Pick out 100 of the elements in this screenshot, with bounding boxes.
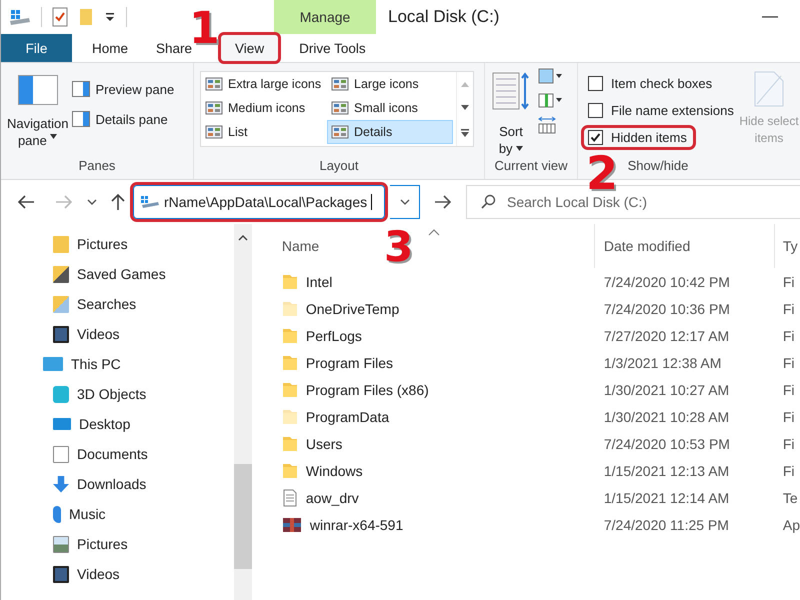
type-cell-text: Fi [782,436,796,452]
file-name[interactable]: Users [306,436,342,452]
nav-item[interactable]: 3D Objects [1,379,234,409]
context-tab-header: Manage [274,0,376,34]
view-icon [205,124,223,140]
column-header[interactable]: Ty [774,224,800,268]
go-icon[interactable] [434,195,452,209]
file-name[interactable]: Program Files (x86) [306,382,429,398]
date-cell-text: 1/3/2021 12:38 AM [602,354,722,370]
nav-item[interactable]: Desktop [1,409,234,439]
date-cell-text: 7/27/2020 12:17 AM [602,328,730,344]
nav-item[interactable]: Searches [1,289,234,319]
nav-item[interactable]: Pictures [1,229,234,259]
group-label: Current view [494,158,568,175]
file-name[interactable]: ProgramData [306,408,390,424]
layout-option[interactable]: Details [327,120,453,144]
expand-icon[interactable] [460,128,470,138]
scroll-up-icon[interactable] [238,234,248,242]
hide-document-icon [754,71,784,107]
layout-option[interactable]: Medium icons [201,96,327,120]
file-name[interactable]: winrar-x64-591 [310,516,404,532]
scrollbar-thumb[interactable] [234,464,252,569]
type-cell-text: Te [782,490,799,506]
ribbon-tab[interactable]: File [1,34,72,62]
caret-icon [50,134,58,140]
nav-item[interactable]: Videos [1,319,234,349]
step-number: 3 [384,226,414,268]
view-icon [205,76,223,92]
view-icon [331,100,349,116]
pane-button[interactable]: Preview pane [72,81,174,97]
file-name[interactable]: aow_drv [306,490,359,506]
file-name[interactable]: Intel [306,274,332,290]
checkbox[interactable] [588,130,603,145]
checkbox-option[interactable]: Item check boxes [584,74,738,93]
size-columns-icon[interactable] [537,115,557,135]
ribbon-tab[interactable]: Home [78,34,142,62]
checkbox-option[interactable]: Hidden items [584,128,693,147]
sort-by-button[interactable]: Sort by [491,67,531,158]
date-cell-text: 1/15/2021 12:14 AM [602,490,730,506]
address-dropdown[interactable] [390,185,420,219]
column-header[interactable]: Name [282,238,320,254]
film-icon [53,326,69,342]
nav-item[interactable]: This PC [1,349,234,379]
layout-option[interactable]: List [201,120,327,144]
drive-icon [9,8,31,26]
scroll-down-icon[interactable] [460,104,470,112]
date-cell-text: 7/24/2020 10:53 PM [602,436,731,452]
type-cell-text: Fi [782,274,796,290]
add-columns-icon[interactable] [537,91,563,109]
type-cell-text: Fi [782,328,796,344]
up-icon[interactable] [111,193,125,211]
computer-icon [43,357,63,371]
file-name[interactable]: OneDriveTemp [306,300,400,316]
group-label: Layout [319,158,359,175]
ribbon-tab[interactable]: View [220,34,280,62]
layout-option[interactable]: Large icons [327,72,453,96]
date-cell-text: 1/15/2021 12:13 AM [602,462,730,478]
pane-icon [72,111,90,127]
back-icon[interactable] [17,195,35,209]
pane-button[interactable]: Details pane [72,111,174,127]
ribbon-tab[interactable]: Drive Tools [285,34,380,62]
games-folder-icon [53,266,69,282]
checkbox-option[interactable]: File name extensions [584,101,738,120]
folder-icon [53,236,69,252]
type-cell-text: Fi [782,462,796,478]
navigation-pane-button[interactable]: Navigation pane [7,71,68,158]
nav-item[interactable]: Music [1,499,234,529]
date-cell-text: 7/24/2020 10:42 PM [602,274,731,290]
nav-item[interactable]: Pictures [1,529,234,559]
nav-item[interactable]: Saved Games [1,259,234,289]
view-icon [205,100,223,116]
dropdown-icon[interactable] [104,11,116,23]
file-name[interactable]: Windows [306,462,363,478]
type-cell-text: Fi [782,354,796,370]
nav-item[interactable]: Videos [1,559,234,589]
layout-option[interactable]: Small icons [327,96,453,120]
checkbox[interactable] [588,103,603,118]
properties-icon[interactable] [52,7,68,27]
layout-option[interactable]: Extra large icons [201,72,327,96]
address-field[interactable]: rName\AppData\Local\Packages [133,185,385,219]
file-name[interactable]: PerfLogs [306,328,362,344]
recent-locations-icon[interactable] [87,198,97,206]
pane-icon [72,81,90,97]
minimize-button[interactable]: — [750,8,790,26]
checkbox[interactable] [588,76,603,91]
nav-item[interactable]: Downloads [1,469,234,499]
type-cell-text: Fi [782,300,796,316]
view-icon [331,76,349,92]
type-cell-text: Fi [782,408,796,424]
group-label: Panes [78,158,116,175]
search-icon [480,194,496,210]
caret-icon [516,146,524,152]
group-by-icon[interactable] [537,67,563,85]
desktop-icon [53,418,71,430]
scrollbar[interactable] [234,224,252,600]
group-label: Show/hide [628,158,688,175]
picture-icon [53,536,69,552]
nav-item[interactable]: Documents [1,439,234,469]
column-header[interactable]: Date modified [594,224,774,268]
file-name[interactable]: Program Files [306,354,394,370]
